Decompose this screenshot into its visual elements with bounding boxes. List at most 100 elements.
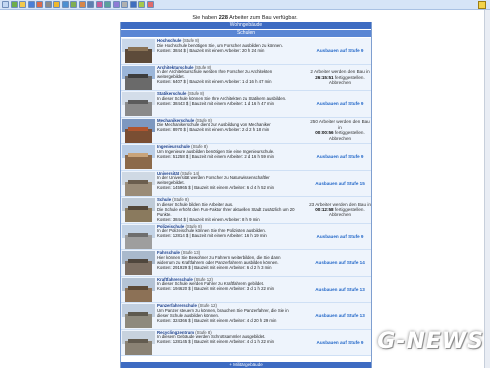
list-item: Fahrschule (Stufe 13) Hier können Sie Be… — [121, 250, 371, 277]
cancel-link[interactable]: Abbrechen — [309, 212, 371, 217]
build-status: 250 Arbeiter werden den Bau in — [310, 119, 370, 130]
building-image — [122, 198, 155, 222]
action-cell: Ausbauen auf Stufe 9 — [309, 144, 371, 170]
building-description: Kraftfahrerschule (Stufe 12) In dieser S… — [157, 277, 309, 303]
action-cell: 2 Arbeiter werden den Bau in 26:15:51 fe… — [309, 69, 371, 85]
building-description: Schule (Stufe 8) In dieser Schule bilden… — [157, 197, 309, 223]
cost-line: Kosten: 128145 $ | Bauzeit mit einem Arb… — [157, 339, 274, 345]
upgrade-link[interactable]: Ausbauen auf Stufe 9 — [309, 48, 371, 53]
building-image — [122, 171, 155, 196]
building-description: Universität (Stufe 14) In der Universitä… — [157, 171, 309, 197]
building-panel: Wohngebäude Schulen Hochschule (Stufe 8)… — [120, 22, 372, 368]
military-buildings-toggle[interactable]: + Militärgebäude — [121, 362, 371, 368]
list-item: Mechanikerschule (Stufe 8) Die Mechanike… — [121, 117, 371, 144]
building-description: Fahrschule (Stufe 13) Hier können Sie Be… — [157, 250, 309, 276]
cancel-link[interactable]: Abbrechen — [309, 136, 371, 141]
action-cell: Ausbauen auf Stufe 9 — [309, 224, 371, 250]
mail-icon[interactable] — [87, 1, 94, 8]
building-image — [122, 224, 155, 249]
settings-icon[interactable] — [112, 1, 120, 8]
building-description: Mechanikerschule (Stufe 8) Die Mechanike… — [157, 118, 309, 144]
building-image — [122, 39, 155, 63]
building-description: Panzerfahrerschule (Stufe 12) Um Panzer … — [157, 303, 309, 329]
list-item: Kraftfahrerschule (Stufe 12) In dieser S… — [121, 276, 371, 303]
action-cell: Ausbauen auf Stufe 15 — [309, 171, 371, 197]
cost-line: Kosten: 145965 $ | Bauzeit mit einem Arb… — [157, 185, 274, 191]
upgrade-link[interactable]: Ausbauen auf Stufe 9 — [309, 234, 371, 239]
scrollbar[interactable] — [484, 10, 490, 368]
upgrade-link[interactable]: Ausbauen auf Stufe 9 — [309, 154, 371, 159]
cost-line: Kosten: 8970 $ | Bauzeit mit einem Arbei… — [157, 127, 270, 133]
building-description: Hochschule (Stufe 8) Die Hochschule benö… — [157, 38, 309, 64]
countdown-timer: 00:12:58 — [315, 207, 334, 213]
action-cell: Ausbauen auf Stufe 13 — [309, 303, 371, 329]
cost-line: Kosten: 3844 $ | Bauzeit mit einem Arbei… — [157, 216, 260, 222]
action-cell: Ausbauen auf Stufe 13 — [309, 277, 371, 303]
nav-icon[interactable] — [2, 1, 9, 8]
building-image — [122, 251, 155, 275]
building-description: Ingenieurschule (Stufe 8) Um Ingenieure … — [157, 144, 309, 170]
building-description: Polizeischule (Stufe 8) In der Polizeisc… — [157, 224, 309, 250]
action-cell: 23 Arbeiter werden den Bau in 00:12:58 f… — [309, 201, 371, 218]
cost-line: Kosten: 291929 $ | Bauzeit mit einem Arb… — [157, 264, 272, 270]
action-cell: Ausbauen auf Stufe 14 — [309, 250, 371, 276]
building-image — [122, 92, 155, 116]
building-image — [122, 330, 155, 355]
info-icon[interactable] — [19, 1, 26, 8]
upgrade-link[interactable]: Ausbauen auf Stufe 14 — [309, 260, 371, 265]
building-description: Recyclingzentrum (Stufe 8) In diesem Geb… — [157, 330, 309, 356]
upgrade-link[interactable]: Ausbauen auf Stufe 9 — [309, 101, 371, 106]
calendar-icon[interactable] — [70, 1, 77, 8]
upgrade-link[interactable]: Ausbauen auf Stufe 9 — [309, 340, 371, 345]
cost-line: Kosten: 324366 $ | Bauzeit mit einem Arb… — [157, 317, 277, 323]
list-item: Schule (Stufe 8) In dieser Schule bilden… — [121, 197, 371, 224]
upgrade-link[interactable]: Ausbauen auf Stufe 13 — [309, 313, 371, 318]
action-cell: 250 Arbeiter werden den Bau in 00:00:56 … — [309, 119, 371, 141]
list-item: Polizeischule (Stufe 8) In der Polizeisc… — [121, 223, 371, 250]
cost-line: Kosten: 3844 $ | Bauzeit mit einem Arbei… — [157, 47, 265, 53]
countdown-timer: 26:15:51 — [315, 74, 334, 80]
list-item: Recyclingzentrum (Stufe 8) In diesem Geb… — [121, 329, 371, 356]
upgrade-link[interactable]: Ausbauen auf Stufe 15 — [309, 181, 371, 186]
cost-line: Kosten: 194620 $ | Bauzeit mit einem Arb… — [157, 286, 274, 292]
building-image — [122, 304, 155, 328]
building-image — [122, 118, 155, 143]
description-line: Die Schule erhöht den Fun-Faktor Ihrer a… — [157, 206, 295, 217]
people-icon[interactable] — [78, 1, 86, 8]
building-image — [122, 145, 155, 169]
school-list: Hochschule (Stufe 8) Die Hochschule benö… — [121, 38, 371, 356]
chart-icon[interactable] — [61, 1, 69, 8]
cost-line: Kosten: 51258 $ | Bauzeit mit einem Arbe… — [157, 153, 274, 159]
list-item: Panzerfahrerschule (Stufe 12) Um Panzer … — [121, 303, 371, 330]
list-item: Statikerschule (Stufe 8) In dieser Schul… — [121, 91, 371, 118]
table-icon[interactable] — [129, 1, 137, 8]
action-cell: Ausbauen auf Stufe 9 — [309, 330, 371, 356]
help-icon[interactable] — [95, 1, 103, 8]
available-workers: Sie haben 228 Arbeiter zum Bau verfügbar… — [192, 15, 298, 21]
action-cell: Ausbauen auf Stufe 9 — [309, 91, 371, 117]
lock-icon[interactable] — [44, 1, 52, 8]
list-item: Architekturschule (Stufe 8) In der Archi… — [121, 64, 371, 91]
globe-icon[interactable] — [27, 1, 35, 8]
cost-line: Kosten: 38443 $ | Bauzeit mit einem Arbe… — [157, 100, 274, 106]
list-item: Ingenieurschule (Stufe 8) Um Ingenieure … — [121, 144, 371, 171]
building-image — [122, 277, 155, 302]
subcategory-header[interactable]: Schulen — [121, 30, 371, 37]
worker-count: 228 — [218, 15, 228, 21]
toolbar — [0, 0, 490, 10]
user-icon[interactable] — [138, 1, 145, 8]
category-header[interactable]: Wohngebäude — [121, 22, 371, 29]
cost-line: Kosten: 12814 $ | Bauzeit mit einem Arbe… — [157, 233, 267, 239]
book-icon[interactable] — [104, 1, 111, 8]
star-icon[interactable] — [53, 1, 60, 8]
upgrade-link[interactable]: Ausbauen auf Stufe 13 — [309, 287, 371, 292]
logout-icon[interactable] — [146, 1, 154, 8]
countdown-timer: 00:00:56 — [315, 130, 334, 136]
buildings-icon[interactable] — [36, 1, 43, 8]
list-item: Universität (Stufe 14) In der Universitä… — [121, 170, 371, 197]
list-item: Hochschule (Stufe 8) Die Hochschule benö… — [121, 38, 371, 65]
cancel-link[interactable]: Abbrechen — [309, 80, 371, 85]
home-icon[interactable] — [10, 1, 18, 8]
flag-icon[interactable] — [121, 1, 128, 8]
user-menu-icon[interactable] — [478, 1, 486, 9]
